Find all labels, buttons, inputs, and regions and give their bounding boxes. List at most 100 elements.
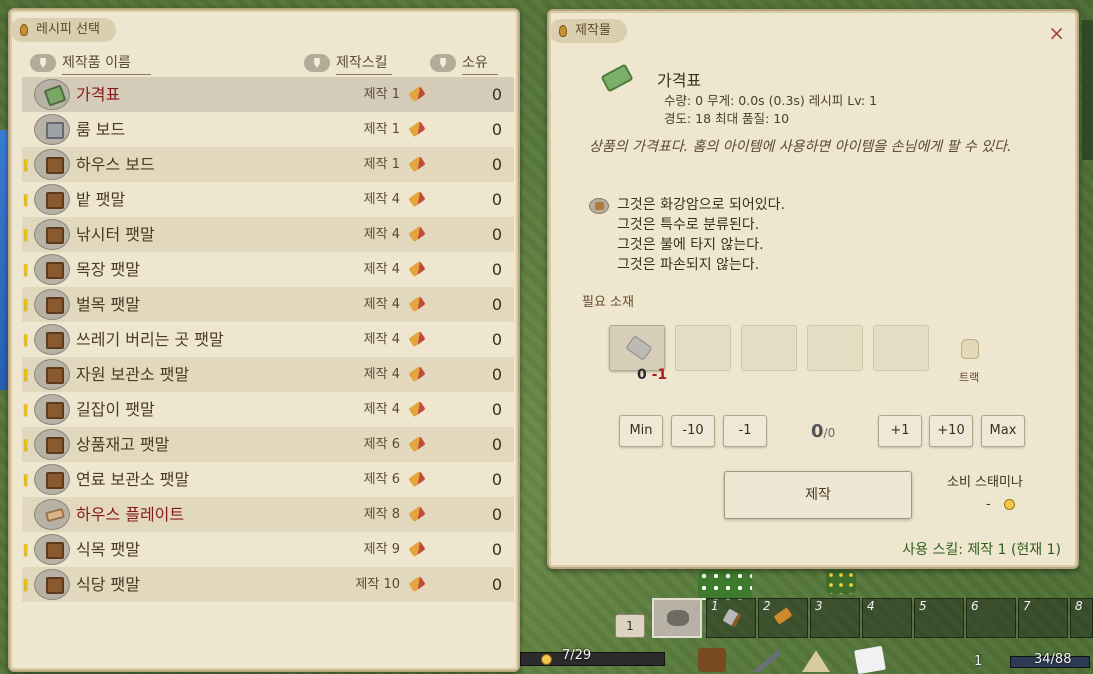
stamina-value: - [986, 497, 991, 512]
tree-trunk [1082, 20, 1093, 160]
alert-icon: ! [22, 541, 30, 560]
column-skill-header[interactable]: 제작스킬 [304, 52, 392, 75]
material-slot-empty[interactable] [873, 325, 929, 371]
hotbar-slot[interactable]: 5 [914, 598, 964, 638]
recipe-row[interactable]: ! 연료 보관소 팻말 제작 6 0 [22, 462, 514, 497]
recipe-name: 상품재고 팻말 [76, 435, 170, 454]
recipe-row[interactable]: ! 자원 보관소 팻말 제작 4 0 [22, 357, 514, 392]
pencil-icon [408, 225, 426, 243]
pencil-icon [408, 540, 426, 558]
material-slot-empty[interactable] [675, 325, 731, 371]
house-board-icon [34, 149, 70, 180]
column-name-header[interactable]: 제작품 이름 [30, 52, 151, 75]
used-skill: 사용 스킬: 제작 1 (현재 1) [902, 542, 1061, 558]
sort-icon[interactable] [304, 54, 330, 72]
qty-minus1-button[interactable]: -1 [723, 415, 767, 447]
alert-icon: ! [22, 261, 30, 280]
recipe-row[interactable]: ! 쓰레기 버리는 곳 팻말 제작 4 0 [22, 322, 514, 357]
hotbar-slot[interactable]: 3 [810, 598, 860, 638]
alert-icon: ! [22, 191, 30, 210]
sign-icon [34, 464, 70, 495]
qty-plus10-button[interactable]: +10 [929, 415, 973, 447]
weight-text: 34/88 [1034, 652, 1072, 667]
sign-icon [34, 569, 70, 600]
recipe-name: 하우스 플레이트 [76, 505, 185, 524]
sort-icon[interactable] [30, 54, 56, 72]
recipe-row[interactable]: ! 길잡이 팻말 제작 4 0 [22, 392, 514, 427]
material-slot-empty[interactable] [807, 325, 863, 371]
recipe-name: 쓰레기 버리는 곳 팻말 [76, 330, 224, 349]
column-owned-header[interactable]: 소유 [430, 52, 498, 75]
hotbar-slot[interactable]: 8 [1070, 598, 1093, 638]
room-board-icon [34, 114, 70, 145]
backpack-icon[interactable] [961, 339, 979, 359]
recipe-row[interactable]: ! 벌목 팻말 제작 4 0 [22, 287, 514, 322]
recipe-row[interactable]: ! 목장 팻말 제작 4 0 [22, 252, 514, 287]
recipe-skill: 제작 1 [363, 122, 400, 137]
sign-icon [34, 394, 70, 425]
recipe-skill: 제작 4 [363, 402, 400, 417]
hotbar-slot[interactable]: 6 [966, 598, 1016, 638]
sign-icon [34, 534, 70, 565]
recipe-row[interactable]: 룸 보드 제작 1 0 [22, 112, 514, 147]
recipe-count: 0 [491, 365, 502, 384]
item-name: 가격표 [657, 71, 702, 90]
recipe-count: 0 [491, 120, 502, 139]
recipe-count: 0 [491, 470, 502, 489]
hotbar-slot[interactable]: 1 [706, 598, 756, 638]
recipe-row[interactable]: ! 낚시터 팻말 제작 4 0 [22, 217, 514, 252]
item-stats-line2: 경도: 18 최대 품질: 10 [664, 111, 790, 126]
recipe-row[interactable]: ! 하우스 보드 제작 1 0 [22, 147, 514, 182]
sort-icon[interactable] [430, 54, 456, 72]
recipe-count: 0 [491, 435, 502, 454]
sign-icon [34, 359, 70, 390]
bag-icon[interactable] [698, 648, 726, 672]
rock-icon [667, 610, 689, 626]
qty-minus10-button[interactable]: -10 [671, 415, 715, 447]
material-slot-empty[interactable] [741, 325, 797, 371]
alert-icon: ! [22, 156, 30, 175]
sign-icon [34, 429, 70, 460]
stamina-label: 소비 스태미나 [947, 475, 1023, 490]
item-description: 상품의 가격표다. 홈의 아이템에 사용하면 아이템을 손님에게 팔 수 있다. [589, 139, 1012, 155]
recipe-row[interactable]: ! 식목 팻말 제작 9 0 [22, 532, 514, 567]
recipe-name: 가격표 [76, 85, 121, 104]
alert-icon: ! [22, 401, 30, 420]
hotbar-page[interactable]: 1 [615, 614, 645, 638]
hotbar-selected-slot[interactable] [652, 598, 702, 638]
hotbar-slot[interactable]: 4 [862, 598, 912, 638]
pencil-icon [408, 260, 426, 278]
item-properties: 그것은 화강암으로 되어있다. 그것은 특수로 분류된다. 그것은 불에 타지 … [589, 195, 785, 275]
hotbar-slot[interactable]: 2 [758, 598, 808, 638]
craft-button[interactable]: 제작 [724, 471, 912, 519]
book-icon[interactable] [854, 645, 886, 674]
recipe-count: 0 [491, 155, 502, 174]
materials-label: 필요 소재 [582, 295, 634, 310]
material-slot[interactable] [609, 325, 665, 371]
lantern-icon [559, 25, 567, 37]
recipe-skill: 제작 4 [363, 227, 400, 242]
recipe-name: 연료 보관소 팻말 [76, 470, 190, 489]
coin-icon [541, 654, 552, 665]
recipe-name: 밭 팻말 [76, 190, 126, 209]
recipe-row[interactable]: ! 밭 팻말 제작 4 0 [22, 182, 514, 217]
recipe-row[interactable]: 가격표 제작 1 0 [22, 77, 514, 112]
pencil-icon [408, 400, 426, 418]
pencil-icon [408, 190, 426, 208]
white-flowers [698, 570, 752, 600]
recipe-row[interactable]: ! 식당 팻말 제작 10 0 [22, 567, 514, 602]
qty-min-button[interactable]: Min [619, 415, 663, 447]
hotbar-slot[interactable]: 7 [1018, 598, 1068, 638]
recipe-count: 0 [491, 575, 502, 594]
qty-max-button[interactable]: Max [981, 415, 1025, 447]
close-button[interactable]: × [1048, 23, 1065, 43]
material-count: 0 -1 [637, 367, 668, 383]
recipe-skill: 제작 10 [355, 577, 400, 592]
recipe-row[interactable]: 하우스 플레이트 제작 8 0 [22, 497, 514, 532]
pencil-icon [408, 85, 426, 103]
recipe-row[interactable]: ! 상품재고 팻말 제작 6 0 [22, 427, 514, 462]
qty-plus1-button[interactable]: +1 [878, 415, 922, 447]
truck-label: 트랙 [959, 371, 980, 384]
sign-icon [34, 184, 70, 215]
recipe-name: 낚시터 팻말 [76, 225, 155, 244]
